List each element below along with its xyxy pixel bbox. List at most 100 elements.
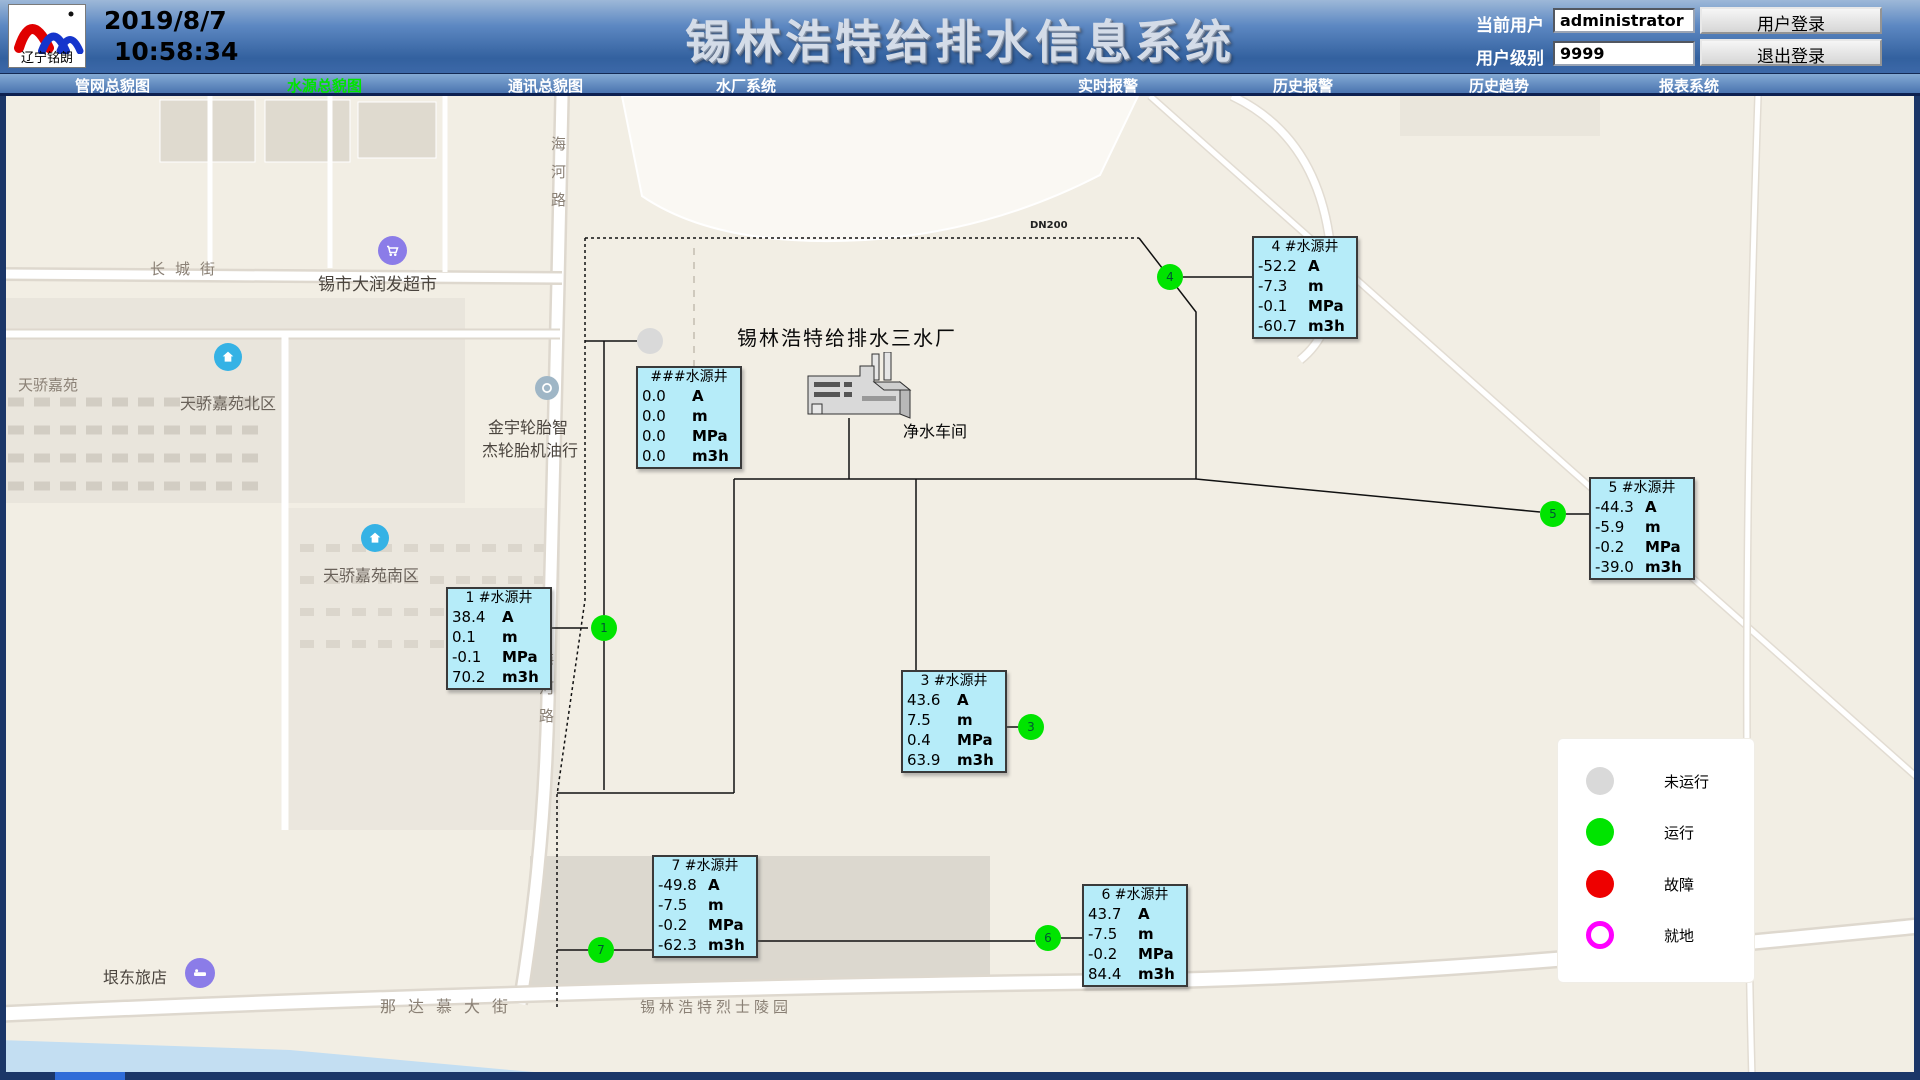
unit-m3h: m3h	[502, 667, 539, 687]
well-flow: -39.0	[1595, 557, 1645, 577]
header-bar: 辽宁铭朗 2019/8/7 10:58:34 锡林浩特给排水信息系统 当前用户 …	[0, 0, 1920, 73]
well-flow: 0.0	[642, 446, 692, 466]
well-current: 43.6	[907, 690, 957, 710]
scada-window: 辽宁铭朗 2019/8/7 10:58:34 锡林浩特给排水信息系统 当前用户 …	[0, 0, 1920, 1080]
unit-meter: m	[1645, 517, 1661, 537]
current-user-label: 当前用户	[1476, 11, 1548, 36]
well-current: 0.0	[642, 386, 692, 406]
well-level: -7.3	[1258, 276, 1308, 296]
residence-icon-south	[361, 524, 389, 552]
well-title: 7 #水源井	[658, 858, 752, 875]
well-number: 1	[600, 621, 608, 635]
well-level: 0.1	[452, 627, 502, 647]
unit-meter: m	[708, 895, 724, 915]
poi-tire-shop-line2: 杰轮胎机油行	[482, 437, 578, 461]
legend-idle-icon	[1586, 767, 1614, 795]
legend-fault-label: 故障	[1664, 874, 1694, 895]
unit-m3h: m3h	[708, 935, 745, 955]
tab-pipe-network-overview[interactable]: 管网总貌图	[75, 75, 150, 96]
well-status-circle-6[interactable]: 6	[1035, 925, 1061, 951]
poi-supermarket-label: 锡市大润发超市	[318, 270, 437, 295]
tab-report-system[interactable]: 报表系统	[1659, 75, 1719, 96]
well-number: 6	[1044, 931, 1052, 945]
status-legend: 未运行 运行 故障 就地	[1557, 738, 1755, 983]
unit-meter: m	[1308, 276, 1324, 296]
tab-realtime-alarm[interactable]: 实时报警	[1078, 75, 1138, 96]
well-box-1: 1 #水源井 38.4A 0.1m -0.1MPa 70.2m3h	[446, 587, 552, 690]
well-number: 5	[1549, 507, 1557, 521]
unit-mpa: MPa	[1645, 537, 1681, 557]
user-level-field[interactable]	[1553, 41, 1695, 66]
legend-idle-label: 未运行	[1664, 771, 1709, 792]
well-box-unknown: ###水源井 0.0A 0.0m 0.0MPa 0.0m3h	[636, 366, 742, 469]
scrollbar-thumb[interactable]	[55, 1072, 125, 1080]
unit-m3h: m3h	[692, 446, 729, 466]
well-box-4: 4 #水源井 -52.2A -7.3m -0.1MPa -60.7m3h	[1252, 236, 1358, 339]
plant-title: 锡林浩特给排水三水厂	[737, 322, 957, 351]
well-pressure: -0.2	[1595, 537, 1645, 557]
window-border-right	[1914, 96, 1920, 1080]
nav-bar: 管网总貌图 水源总貌图 通讯总貌图 水厂系统 实时报警 历史报警 历史趋势 报表…	[0, 73, 1920, 97]
well-flow: 63.9	[907, 750, 957, 770]
tab-communication-overview[interactable]: 通讯总貌图	[508, 75, 583, 96]
tab-history-trend[interactable]: 历史趋势	[1469, 75, 1529, 96]
well-title: 1 #水源井	[452, 590, 546, 607]
well-status-circle-5[interactable]: 5	[1540, 501, 1566, 527]
poi-cemetery-label: 锡林浩特烈士陵园	[640, 996, 792, 1017]
well-number: 3	[1027, 720, 1035, 734]
well-title: 3 #水源井	[907, 673, 1001, 690]
well-flow: -60.7	[1258, 316, 1308, 336]
unit-meter: m	[1138, 924, 1154, 944]
well-title: ###水源井	[642, 369, 736, 386]
well-title: 4 #水源井	[1258, 239, 1352, 256]
well-flow: 70.2	[452, 667, 502, 687]
unit-ampere: A	[502, 607, 514, 627]
current-user-field[interactable]	[1553, 8, 1695, 33]
unit-m3h: m3h	[1645, 557, 1682, 577]
well-status-circle-1[interactable]: 1	[591, 615, 617, 641]
well-level: -5.9	[1595, 517, 1645, 537]
well-pressure: 0.0	[642, 426, 692, 446]
legend-local-label: 就地	[1664, 925, 1694, 946]
well-level: 7.5	[907, 710, 957, 730]
unit-m3h: m3h	[957, 750, 994, 770]
factory-icon	[800, 352, 915, 424]
well-status-circle-7[interactable]: 7	[588, 937, 614, 963]
window-border-left	[0, 96, 6, 1080]
login-button[interactable]: 用户登录	[1700, 7, 1882, 34]
hotel-bed-icon	[185, 958, 215, 988]
pipe-diameter-label: DN200	[1030, 220, 1068, 231]
well-level: -7.5	[1088, 924, 1138, 944]
well-status-circle-4[interactable]: 4	[1157, 264, 1183, 290]
unit-meter: m	[502, 627, 518, 647]
well-number: 4	[1166, 270, 1174, 284]
unit-mpa: MPa	[502, 647, 538, 667]
unit-ampere: A	[1308, 256, 1320, 276]
well-number: 7	[597, 943, 605, 957]
well-pressure: -0.2	[1088, 944, 1138, 964]
logout-button[interactable]: 退出登录	[1700, 39, 1882, 66]
user-level-label: 用户级别	[1476, 44, 1548, 69]
well-status-circle-3[interactable]: 3	[1018, 714, 1044, 740]
street-label-haihe-top: 海河路	[548, 136, 569, 220]
unit-ampere: A	[708, 875, 720, 895]
unit-meter: m	[957, 710, 973, 730]
well-status-circle-unknown[interactable]	[637, 328, 663, 354]
poi-hotel-label: 垠东旅店	[103, 964, 167, 988]
unit-mpa: MPa	[708, 915, 744, 935]
unit-m3h: m3h	[1308, 316, 1345, 336]
tab-history-alarm[interactable]: 历史报警	[1273, 75, 1333, 96]
street-label-nadamu: 那达慕大街	[380, 993, 520, 1017]
well-box-7: 7 #水源井 -49.8A -7.5m -0.2MPa -62.3m3h	[652, 855, 758, 958]
tab-water-plant-system[interactable]: 水厂系统	[716, 75, 776, 96]
shopping-cart-icon	[378, 236, 407, 265]
well-title: 6 #水源井	[1088, 887, 1182, 904]
poi-tianjiao-north-label: 天骄嘉苑北区	[180, 390, 276, 414]
poi-tire-shop-line1: 金宇轮胎智	[488, 414, 568, 438]
unit-mpa: MPa	[1308, 296, 1344, 316]
street-label-changcheng: 长城街	[150, 258, 225, 279]
tab-water-source-overview[interactable]: 水源总貌图	[287, 75, 362, 96]
unit-ampere: A	[692, 386, 704, 406]
well-level: 0.0	[642, 406, 692, 426]
unit-mpa: MPa	[1138, 944, 1174, 964]
